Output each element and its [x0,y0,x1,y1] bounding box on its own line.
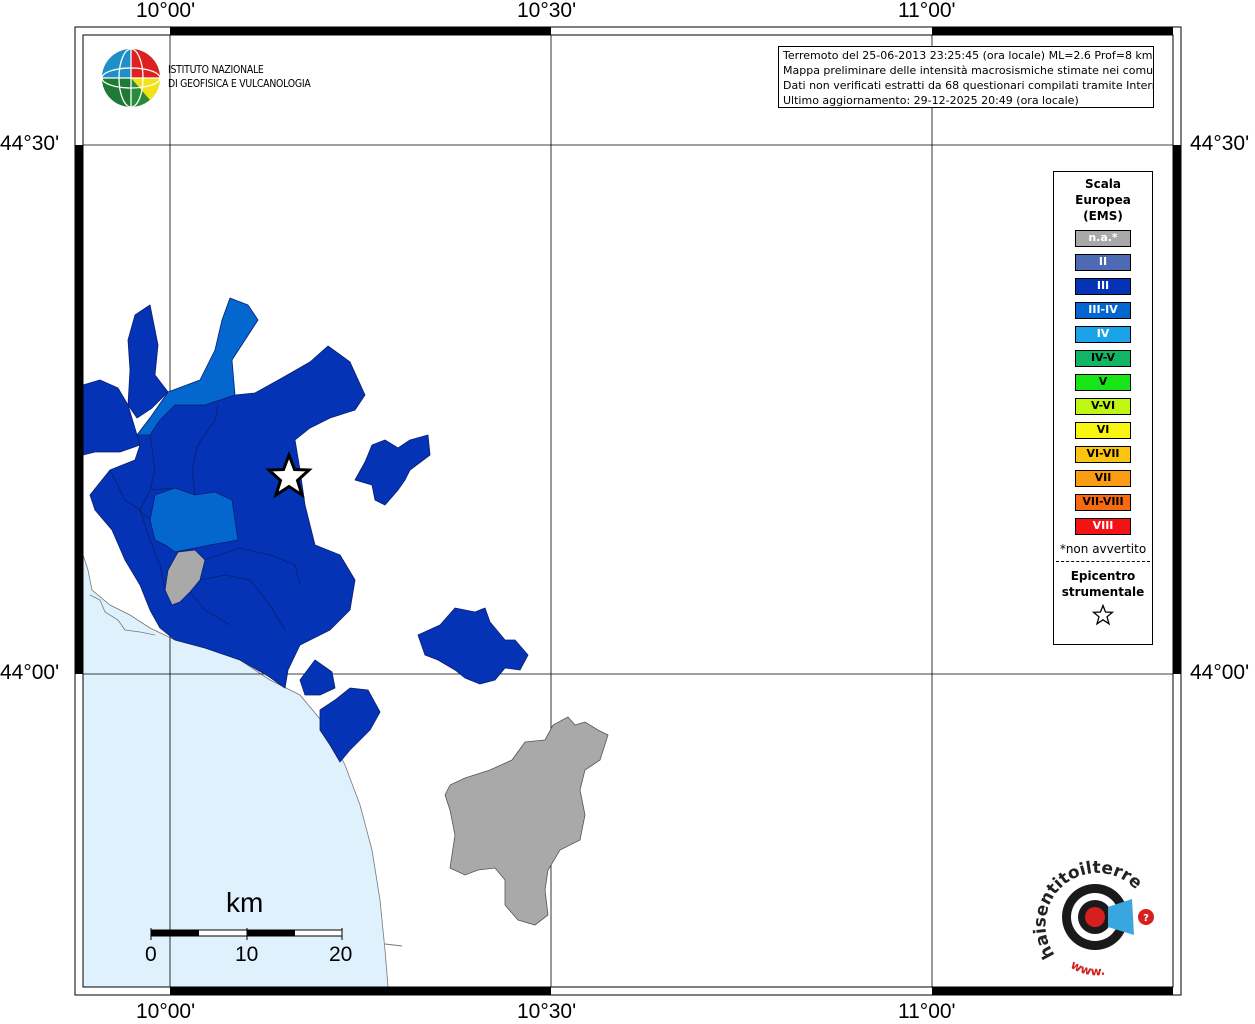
legend-item: IV [1075,326,1131,343]
legend-epicentre-line2: strumentale [1061,585,1145,599]
legend-epicentre-line1: Epicentro [1070,569,1136,583]
legend-item: III-IV [1075,302,1131,319]
legend-epicentre-label: Epicentro strumentale [1054,568,1152,600]
legend-item: IV-V [1075,350,1131,367]
lat-label-left-4400: 44°00' [0,661,60,684]
ingv-line2: DI GEOFISICA E VULCANOLOGIA [168,77,311,90]
lon-label-bottom-1030: 10°30' [517,1000,577,1023]
legend-item: VI-VII [1075,446,1131,463]
lon-label-bottom-1000: 10°00' [136,1000,196,1023]
lat-label-left-4430: 44°30' [0,132,60,155]
legend-item: III [1075,278,1131,295]
scale-tick-20: 20 [329,943,353,966]
lon-label-top-1000: 10°00' [136,0,196,22]
scale-tick-10: 10 [235,943,259,966]
ingv-line1: ISTITUTO NAZIONALE [168,63,264,76]
legend-item: n.a.* [1075,230,1131,247]
legend-item: V [1075,374,1131,391]
lon-label-top-1030: 10°30' [517,0,577,22]
legend-note: *non avvertito [1059,542,1147,556]
lat-label-right-4400: 44°00' [1190,661,1250,684]
legend-item: VII [1075,470,1131,487]
legend-items: n.a.* II III III-IV IV IV-V V V-VI VI VI-VII VII VI… [1054,230,1152,535]
legend-item: VII-VIII [1075,494,1131,511]
scale-tick-0: 0 [145,943,157,966]
legend-separator [1056,561,1150,562]
lat-label-right-4430: 44°30' [1190,132,1250,155]
info-line2: Mappa preliminare delle intensità macros… [783,64,1154,77]
info-line4: Ultimo aggiornamento: 29-12-2025 20:49 (… [783,94,1079,107]
legend-star-icon [1054,603,1152,630]
scale-unit-label: km [226,887,264,918]
legend-title: Scala Europea (EMS) [1054,176,1152,224]
svg-text:?: ? [1143,913,1149,924]
lon-label-top-1100: 11°00' [898,0,956,22]
intensity-legend: Scala Europea (EMS) n.a.* II III III-IV IV IV… [1053,171,1153,645]
lon-label-bottom-1100: 11°00' [898,1000,956,1023]
info-line1: Terremoto del 25-06-2013 23:25:45 (ora l… [783,49,1153,62]
legend-item: VIII [1075,518,1131,535]
legend-title-line1: Scala [1084,177,1122,191]
legend-item: V-VI [1075,398,1131,415]
legend-title-line2: Europea [1075,193,1131,207]
legend-title-line3: (EMS) [1083,209,1123,223]
earthquake-info-box: Terremoto del 25-06-2013 23:25:45 (ora l… [778,46,1154,108]
legend-item: VI [1075,422,1131,439]
info-line3: Dati non verificati estratti da 68 quest… [783,79,1154,92]
region-iii-iv-inner[interactable] [149,487,239,553]
legend-item: II [1075,254,1131,271]
hai-target-icon: ? [1062,884,1154,950]
ingv-logo-text: ISTITUTO NAZIONALE DI GEOFISICA E VULCAN… [168,63,311,91]
haisentitoilterremoto-logo[interactable]: haisentitoilterremoto.it www. ? [1030,855,1165,980]
hai-logo-www: www. [1068,958,1106,979]
ingv-globe-icon [101,48,161,108]
